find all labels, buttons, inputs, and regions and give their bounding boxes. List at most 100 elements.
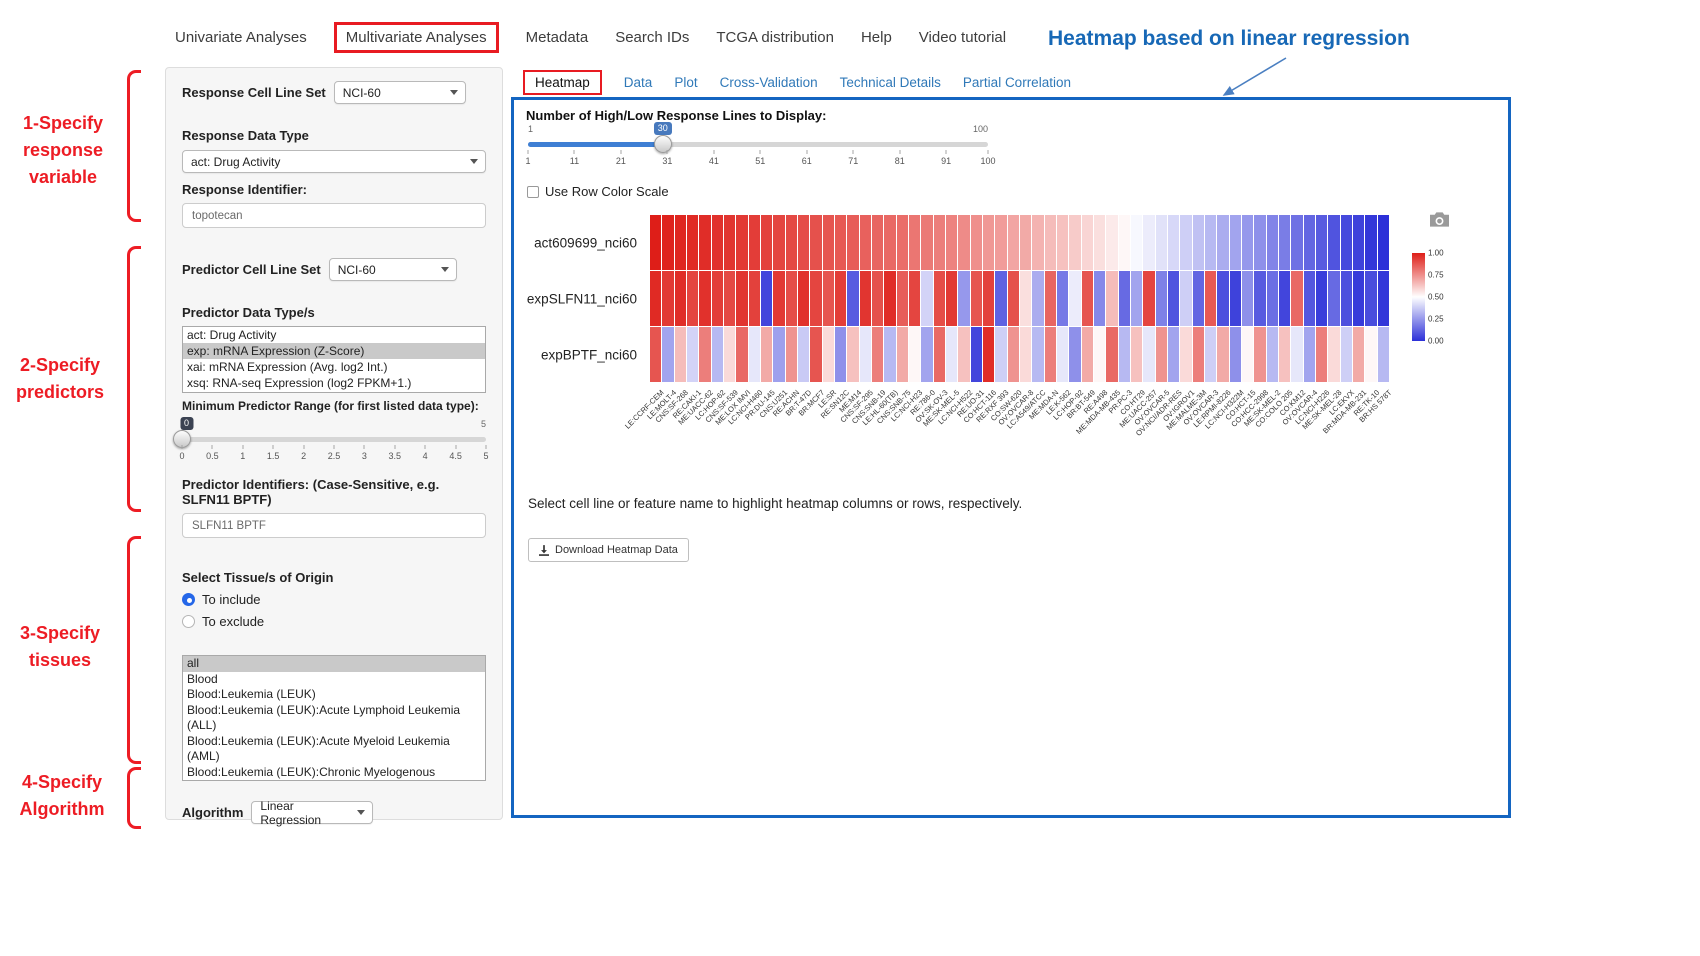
heatmap-cell[interactable] (1180, 271, 1191, 326)
heatmap-cell[interactable] (1230, 271, 1241, 326)
heatmap-cell[interactable] (909, 327, 920, 382)
heatmap-cell[interactable] (736, 327, 747, 382)
row-color-scale-checkbox[interactable] (527, 186, 539, 198)
heatmap-cell[interactable] (1230, 215, 1241, 270)
heatmap-cell[interactable] (1094, 271, 1105, 326)
list-option-act-drug-activity[interactable]: act: Drug Activity (183, 327, 485, 343)
heatmap-cell[interactable] (1143, 215, 1154, 270)
row-color-scale-option[interactable]: Use Row Color Scale (527, 184, 669, 199)
heatmap-cell[interactable] (1353, 271, 1364, 326)
radio-to-include[interactable]: To include (182, 592, 486, 607)
heatmap-cell[interactable] (847, 271, 858, 326)
heatmap-cell[interactable] (1180, 327, 1191, 382)
heatmap-cell[interactable] (1316, 327, 1327, 382)
heatmap-cell[interactable] (1316, 271, 1327, 326)
predictor-data-type-list[interactable]: act: Drug Activityexp: mRNA Expression (… (182, 326, 486, 393)
tissue-list[interactable]: allBloodBlood:Leukemia (LEUK)Blood:Leuke… (182, 655, 486, 781)
heatmap-row-label-expbptf-nci60[interactable]: expBPTF_nci60 (541, 348, 637, 363)
heatmap-cell[interactable] (1119, 271, 1130, 326)
heatmap-cell[interactable] (724, 271, 735, 326)
heatmap-cell[interactable] (897, 215, 908, 270)
heatmap-cell[interactable] (1131, 215, 1142, 270)
heatmap-cell[interactable] (712, 271, 723, 326)
heatmap-cell[interactable] (1279, 327, 1290, 382)
heatmap-cell[interactable] (1353, 215, 1364, 270)
heatmap-cell[interactable] (1279, 271, 1290, 326)
heatmap-cell[interactable] (1205, 327, 1216, 382)
predictor-cell-line-set-select[interactable]: NCI-60 (329, 258, 457, 281)
heatmap-cell[interactable] (810, 327, 821, 382)
heatmap-cell[interactable] (650, 271, 661, 326)
heatmap-cell[interactable] (662, 271, 673, 326)
list-option-blood-leukemia-leuk[interactable]: Blood:Leukemia (LEUK) (183, 687, 485, 703)
heatmap-cell[interactable] (761, 215, 772, 270)
heatmap-cell[interactable] (847, 327, 858, 382)
heatmap-cell[interactable] (1267, 271, 1278, 326)
heatmap-cell[interactable] (1205, 271, 1216, 326)
heatmap-cell[interactable] (983, 271, 994, 326)
heatmap-cell[interactable] (1242, 215, 1253, 270)
list-option-xsq-rna-seq-expression-log2-fpkm-1[interactable]: xsq: RNA-seq Expression (log2 FPKM+1.) (183, 375, 485, 391)
heatmap-cell[interactable] (1131, 271, 1142, 326)
heatmap-cell[interactable] (810, 215, 821, 270)
heatmap-cell[interactable] (736, 215, 747, 270)
heatmap-cell[interactable] (1267, 215, 1278, 270)
heatmap-cell[interactable] (983, 215, 994, 270)
heatmap-cell[interactable] (1020, 215, 1031, 270)
heatmap-cell[interactable] (934, 271, 945, 326)
heatmap-cell[interactable] (1193, 271, 1204, 326)
heatmap-cell[interactable] (909, 271, 920, 326)
heatmap-cell[interactable] (860, 327, 871, 382)
heatmap-cell[interactable] (1143, 271, 1154, 326)
nav-item-video-tutorial[interactable]: Video tutorial (919, 29, 1006, 46)
heatmap-cell[interactable] (1069, 327, 1080, 382)
list-option-blood-leukemia-leuk-chronic-myelogenous-[interactable]: Blood:Leukemia (LEUK):Chronic Myelogenou… (183, 765, 485, 782)
heatmap-cell[interactable] (1328, 271, 1339, 326)
tab-data[interactable]: Data (624, 75, 653, 90)
heatmap-cell[interactable] (1304, 215, 1315, 270)
heatmap-cell[interactable] (1341, 271, 1352, 326)
heatmap-cell[interactable] (860, 215, 871, 270)
heatmap-cell[interactable] (1267, 327, 1278, 382)
heatmap-cell[interactable] (823, 215, 834, 270)
heatmap-cell[interactable] (983, 327, 994, 382)
heatmap-cell[interactable] (958, 271, 969, 326)
heatmap-cell[interactable] (798, 327, 809, 382)
heatmap-cell[interactable] (786, 271, 797, 326)
heatmap-cell[interactable] (934, 215, 945, 270)
heatmap-cell[interactable] (1045, 327, 1056, 382)
heatmap-cell[interactable] (724, 215, 735, 270)
heatmap-cell[interactable] (1094, 215, 1105, 270)
heatmap-cell[interactable] (1242, 327, 1253, 382)
heatmap-cell[interactable] (860, 271, 871, 326)
heatmap-cell[interactable] (1328, 215, 1339, 270)
radio-icon[interactable] (182, 615, 195, 628)
heatmap-cell[interactable] (749, 215, 760, 270)
heatmap-cell[interactable] (995, 271, 1006, 326)
heatmap-cell[interactable] (884, 271, 895, 326)
heatmap-cell[interactable] (1045, 215, 1056, 270)
heatmap-cell[interactable] (823, 271, 834, 326)
heatmap-cell[interactable] (650, 215, 661, 270)
heatmap-cell[interactable] (736, 271, 747, 326)
list-option-blood[interactable]: Blood (183, 672, 485, 688)
heatmap-cell[interactable] (1341, 327, 1352, 382)
heatmap-cell[interactable] (946, 271, 957, 326)
heatmap-cell[interactable] (1008, 271, 1019, 326)
predictor-identifiers-input[interactable]: SLFN11 BPTF (182, 513, 486, 538)
heatmap-cell[interactable] (1119, 215, 1130, 270)
heatmap-cell[interactable] (995, 327, 1006, 382)
min-predictor-range-slider[interactable]: 5 0 00.511.522.533.544.55 (182, 417, 486, 469)
heatmap-cell[interactable] (773, 215, 784, 270)
heatmap-cell[interactable] (897, 271, 908, 326)
heatmap-cell[interactable] (835, 327, 846, 382)
heatmap-cell[interactable] (1365, 271, 1376, 326)
heatmap-cell[interactable] (934, 327, 945, 382)
heatmap-cell[interactable] (1168, 271, 1179, 326)
heatmap-cell[interactable] (724, 327, 735, 382)
heatmap-cell[interactable] (1365, 327, 1376, 382)
heatmap-cell[interactable] (1254, 215, 1265, 270)
heatmap-cell[interactable] (773, 271, 784, 326)
heatmap-cell[interactable] (1254, 327, 1265, 382)
heatmap-cell[interactable] (798, 215, 809, 270)
